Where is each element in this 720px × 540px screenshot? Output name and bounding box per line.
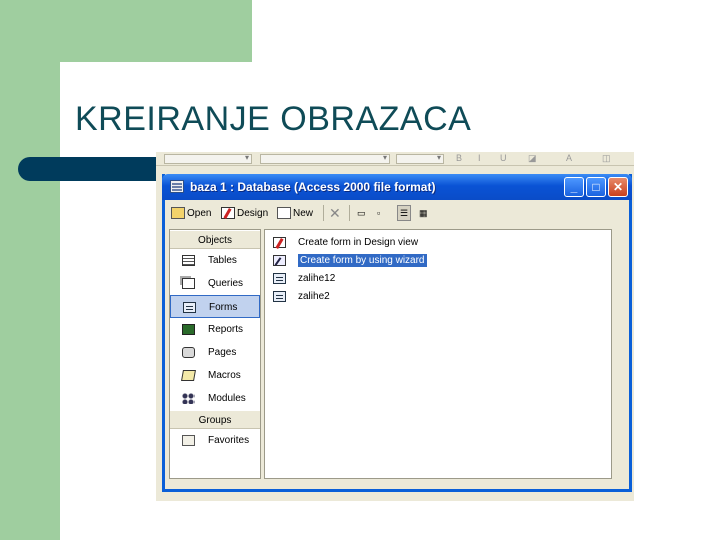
design-view-icon [273,237,286,248]
size-combo[interactable]: ▾ [260,153,390,164]
toolbar-separator [323,205,324,221]
object-label: Queries [208,278,244,289]
object-forms[interactable]: Forms [170,295,260,318]
slide-title: KREIRANJE OBRAZACA [75,100,472,138]
font-combo[interactable]: ▾ [164,153,252,164]
large-icons-icon[interactable]: ▭ [357,205,366,221]
object-queries[interactable]: Queries [170,272,260,295]
groups-header[interactable]: Groups [170,410,260,429]
database-toolbar: Open Design New ✕ ▭ ▫ ☰ ▦ [165,201,629,225]
delete-icon[interactable]: ✕ [329,205,341,221]
maximize-button[interactable]: □ [586,177,606,197]
object-reports[interactable]: Reports [170,318,260,341]
object-label: Forms [209,302,238,313]
new-icon [277,207,291,219]
favorites-icon [182,435,195,446]
list-item-label: zalihe2 [298,291,330,302]
list-item-label: Create form in Design view [298,237,419,248]
list-item-zalihe2[interactable]: zalihe2 [265,288,611,306]
object-label: Modules [208,393,246,404]
database-window: baza 1 : Database (Access 2000 file form… [162,174,632,492]
font-color-icon[interactable]: A [566,153,572,163]
new-label: New [293,207,314,219]
wizard-icon [273,255,286,266]
query-icon [182,278,195,289]
object-modules[interactable]: Modules [170,387,260,410]
style-combo[interactable]: ▾ [396,153,444,164]
access-screenshot: ▾ ▾ ▾ B I U ◪ A ◫ baza 1 : Database (Acc… [156,152,634,501]
objects-header[interactable]: Objects [170,230,260,249]
design-icon [221,207,235,219]
open-button[interactable]: Open [171,205,211,221]
fill-color-icon[interactable]: ◪ [528,153,537,164]
group-favorites[interactable]: Favorites [170,429,260,452]
macro-icon [181,370,196,381]
list-item-label: Create form by using wizard [298,254,427,267]
bold-icon[interactable]: B [456,153,462,163]
object-label: Pages [208,347,237,358]
form-icon [183,302,196,313]
small-icons-icon[interactable]: ▫ [377,205,380,221]
design-label: Design [237,207,269,219]
left-green-band [0,0,60,540]
list-item-wizard[interactable]: Create form by using wizard [265,252,611,270]
module-icon [182,393,195,404]
new-button[interactable]: New [277,205,313,221]
list-item-zalihe12[interactable]: zalihe12 [265,270,611,288]
report-icon [182,324,195,335]
line-color-icon[interactable]: ◫ [602,153,611,164]
table-icon [182,255,195,266]
page-icon [182,347,195,358]
toolbar-separator [349,205,350,221]
objects-bar: Objects Tables Queries Forms Reports Pag… [169,229,261,479]
object-tables[interactable]: Tables [170,249,260,272]
title-underline-bar [18,157,160,181]
details-view-icon[interactable]: ▦ [419,205,428,221]
forms-list: Create form in Design view Create form b… [264,229,612,479]
group-label: Favorites [208,435,250,446]
list-item-design-view[interactable]: Create form in Design view [265,234,611,252]
object-label: Macros [208,370,241,381]
database-icon [170,180,184,193]
form-icon [273,273,286,284]
open-icon [171,207,185,219]
object-macros[interactable]: Macros [170,364,260,387]
background-toolbar-strip: ▾ ▾ ▾ B I U ◪ A ◫ [156,152,634,166]
form-icon [273,291,286,302]
minimize-button[interactable]: _ [564,177,584,197]
list-view-icon[interactable]: ☰ [397,205,412,221]
top-green-block [60,0,252,62]
close-button[interactable]: ✕ [608,177,628,197]
object-label: Tables [208,255,237,266]
italic-icon[interactable]: I [478,153,481,163]
design-button[interactable]: Design [221,205,268,221]
open-label: Open [187,207,212,219]
window-title: baza 1 : Database (Access 2000 file form… [190,180,436,194]
window-titlebar[interactable]: baza 1 : Database (Access 2000 file form… [162,174,632,200]
object-pages[interactable]: Pages [170,341,260,364]
object-label: Reports [208,324,244,335]
list-item-label: zalihe12 [298,273,336,284]
underline-icon[interactable]: U [500,153,507,163]
